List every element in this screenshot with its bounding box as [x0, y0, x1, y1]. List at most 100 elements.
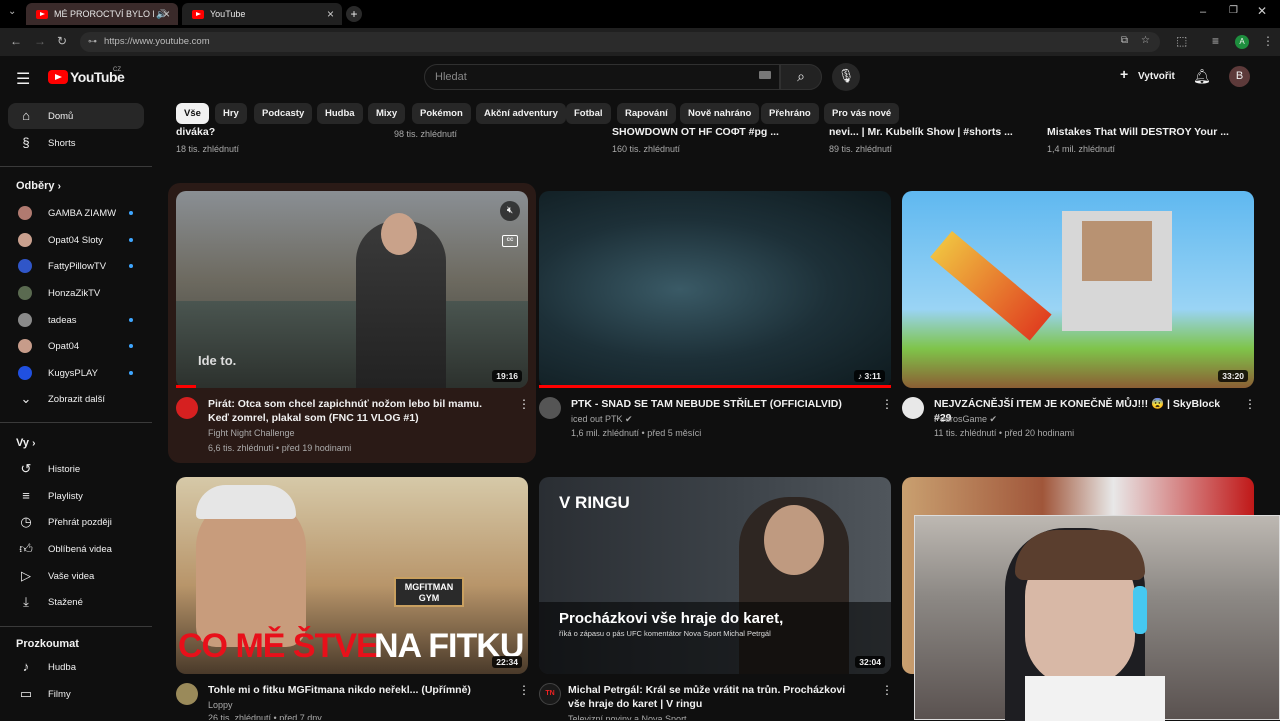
search-button[interactable]: ⌕ — [780, 64, 822, 90]
new-content-dot — [129, 264, 133, 268]
video-channel[interactable]: Televizní noviny a Nova Sport — [568, 712, 687, 720]
close-tab-icon[interactable]: × — [327, 7, 334, 21]
sidebar-item-subscription[interactable]: FattyPillowTV — [8, 253, 144, 279]
channel-avatar[interactable] — [176, 397, 198, 419]
channel-avatar[interactable] — [176, 683, 198, 705]
video-thumbnail[interactable]: 33:20 — [902, 191, 1254, 388]
install-app-icon[interactable]: ⧉ — [1121, 35, 1128, 46]
keyboard-icon[interactable] — [759, 71, 771, 79]
minimize-icon[interactable]: – — [1200, 6, 1206, 18]
new-tab-button[interactable]: + — [346, 6, 362, 22]
sidebar-item-subscription[interactable]: GAMBA ZIAMW — [8, 200, 144, 226]
video-channel[interactable]: PedrosGame ✔ — [934, 412, 997, 426]
back-icon[interactable]: ← — [10, 34, 22, 48]
chip[interactable]: Hudba — [317, 103, 363, 124]
video-thumbnail[interactable]: V RINGU Procházkovi vše hraje do karet, … — [539, 477, 891, 674]
sidebar-item-downloads[interactable]: ⤓ Stažené — [8, 589, 144, 615]
more-options-icon[interactable]: ⋮ — [881, 683, 893, 697]
close-tab-icon[interactable]: × — [163, 7, 170, 21]
video-title[interactable]: Michal Petrgál: Král se může vrátit na t… — [568, 683, 863, 711]
youtube-favicon-icon — [192, 9, 204, 19]
video-title[interactable]: Pirát: Otca som chcel zapichnúť nožom le… — [208, 397, 503, 425]
more-options-icon[interactable]: ⋮ — [518, 397, 530, 411]
tab-stream[interactable]: MÉ PROROCTVÍ BYLO NAPL 🔊 × — [26, 3, 178, 25]
new-content-dot — [129, 371, 133, 375]
mute-icon[interactable]: 🔇︎ — [500, 201, 520, 221]
explore-heading: Prozkoumat — [16, 638, 79, 650]
show-more-button[interactable]: ⌄ Zobrazit další — [8, 386, 144, 412]
restore-icon[interactable]: ❐ — [1229, 5, 1238, 16]
sidebar-item-history[interactable]: ↺ Historie — [8, 456, 144, 482]
video-title[interactable]: Mistakes That Will DESTROY Your ... — [1047, 125, 1229, 137]
sidebar-item-subscription[interactable]: tadeas — [8, 307, 144, 333]
hamburger-menu-icon[interactable]: ☰ — [16, 69, 30, 89]
video-channel[interactable]: Fight Night Challenge — [208, 426, 295, 440]
video-channel[interactable]: iced out PTK ✔ — [571, 412, 633, 426]
tab-youtube[interactable]: YouTube × — [182, 3, 342, 25]
channel-avatar[interactable] — [539, 397, 561, 419]
chip[interactable]: Rapování — [617, 103, 676, 124]
chip[interactable]: Pro vás nové — [824, 103, 900, 124]
sidebar-item-music[interactable]: ♪ Hudba — [8, 654, 144, 680]
video-thumbnail[interactable]: Ide to. 🔇︎ cc 19:16 — [176, 191, 528, 388]
youtube-logo-icon[interactable] — [48, 70, 68, 84]
subscriptions-heading[interactable]: Odběry › — [16, 180, 61, 192]
browser-menu-icon[interactable]: ⋮ — [1262, 34, 1274, 48]
sidebar-item-subscription[interactable]: HonzaZikTV — [8, 280, 144, 306]
sidebar-item-liked[interactable]: 👍︎ Oblíbená videa — [8, 536, 144, 562]
sidebar-item-subscription[interactable]: Opat04 — [8, 333, 144, 359]
close-window-icon[interactable]: ✕ — [1257, 4, 1267, 18]
profile-avatar[interactable]: A — [1235, 35, 1249, 49]
tab-title: MÉ PROROCTVÍ BYLO NAPL — [54, 9, 154, 19]
notifications-bell-icon[interactable]: 🔔︎ — [1193, 68, 1211, 85]
chip[interactable]: Nově nahráno — [680, 103, 760, 124]
channel-avatar[interactable] — [902, 397, 924, 419]
chip[interactable]: Hry — [215, 103, 247, 124]
watch-progress — [539, 385, 891, 388]
search-icon: ⌕ — [797, 68, 805, 84]
search-input[interactable]: Hledat — [424, 64, 780, 90]
video-meta: 26 tis. zhlédnutí • před 7 dny — [208, 713, 322, 720]
video-meta: 6,6 tis. zhlédnutí • před 19 hodinami — [208, 443, 352, 453]
you-heading[interactable]: Vy › — [16, 437, 35, 449]
bookmark-star-icon[interactable]: ☆ — [1141, 35, 1150, 46]
video-thumbnail[interactable]: ♪ 3:11 — [539, 191, 891, 388]
video-channel[interactable]: Loppy — [208, 698, 233, 712]
chip[interactable]: Akční adventury — [476, 103, 566, 124]
video-thumbnail[interactable]: MGFITMAN GYM CO MĚ ŠTVE NA FITKU 22:34 — [176, 477, 528, 674]
extensions-icon[interactable]: ⬚ — [1176, 34, 1187, 48]
video-title[interactable]: diváka? — [176, 125, 215, 137]
reload-icon[interactable]: ↻ — [57, 34, 67, 48]
video-title[interactable]: Tohle mi o fitku MGFitmana nikdo neřekl.… — [208, 683, 503, 697]
chip[interactable]: Přehráno — [761, 103, 819, 124]
chip[interactable]: Pokémon — [412, 103, 471, 124]
site-info-icon[interactable]: ⊶ — [88, 36, 97, 47]
video-title[interactable]: SHOWDOWN OT HF СОФТ #pg ... — [612, 125, 779, 137]
sidebar-item-subscription[interactable]: Opat04 Sloty — [8, 227, 144, 253]
account-avatar[interactable]: B — [1229, 66, 1250, 87]
video-title[interactable]: nevi... | Mr. Kubelík Show | #shorts ... — [829, 125, 1013, 137]
more-options-icon[interactable]: ⋮ — [1244, 397, 1256, 411]
sidebar-item-watch-later[interactable]: ◷ Přehrát později — [8, 509, 144, 535]
closed-captions-icon[interactable]: cc — [502, 235, 518, 247]
sidebar-item-playlists[interactable]: ≡ Playlisty — [8, 483, 144, 509]
forward-icon[interactable]: → — [34, 34, 46, 48]
sidebar-item-home[interactable]: ⌂ Domů — [8, 103, 144, 129]
url-field[interactable]: ⊶ https://www.youtube.com ⧉ ☆ — [80, 32, 1160, 52]
chip[interactable]: Fotbal — [566, 103, 611, 124]
media-control-icon[interactable]: ≡ — [1212, 34, 1219, 48]
chip[interactable]: Podcasty — [254, 103, 313, 124]
more-options-icon[interactable]: ⋮ — [518, 683, 530, 697]
channel-avatar[interactable]: TN — [539, 683, 561, 705]
tab-list-chevron-icon[interactable]: ⌄ — [8, 6, 16, 17]
sidebar-item-shorts[interactable]: § Shorts — [8, 130, 144, 156]
create-button[interactable]: + Vytvořit — [1112, 64, 1184, 90]
chip[interactable]: Mixy — [368, 103, 406, 124]
sidebar-item-films[interactable]: ▭ Filmy — [8, 681, 144, 707]
sidebar-item-subscription[interactable]: KugysPLAY — [8, 360, 144, 386]
more-options-icon[interactable]: ⋮ — [881, 397, 893, 411]
chip-all[interactable]: Vše — [176, 103, 209, 124]
voice-search-button[interactable]: 🎙 — [832, 63, 860, 91]
video-title[interactable]: PTK - SNAD SE TAM NEBUDE STŘÍLET (OFFICI… — [571, 397, 861, 411]
sidebar-item-your-videos[interactable]: ▷ Vaše videa — [8, 563, 144, 589]
